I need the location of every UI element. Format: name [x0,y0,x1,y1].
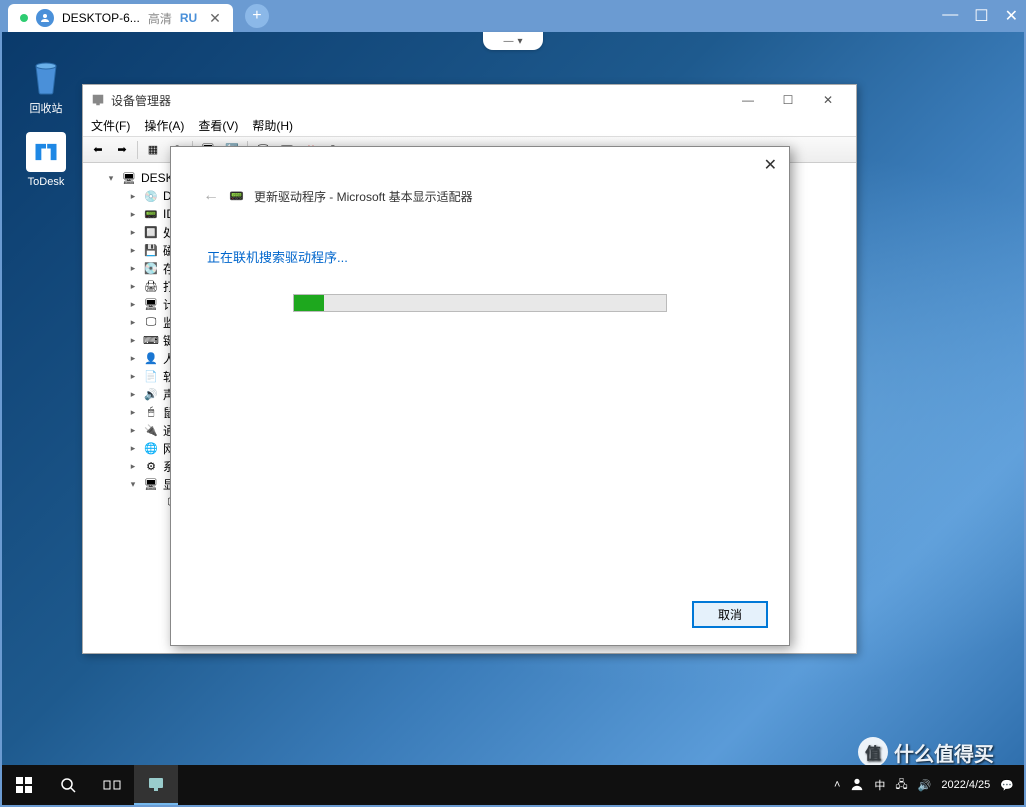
avatar-icon [36,9,54,27]
chevron-icon[interactable]: ▸ [127,227,139,238]
recycle-bin-label: 回收站 [16,100,76,116]
tb-back-icon[interactable]: ⬅ [87,140,109,160]
search-icon[interactable] [46,765,90,805]
watermark: 值 什么值得买 [858,737,994,767]
devmgr-title-text: 设备管理器 [111,92,171,109]
remote-top-bar: DESKTOP-6... 高清 RU ✕ + — ☐ ✕ [0,0,1026,32]
chevron-icon[interactable]: ▸ [127,299,139,310]
device-category-icon: 🔌 [143,423,159,437]
chevron-icon[interactable]: ▸ [127,263,139,274]
tray-people-icon[interactable] [850,777,864,794]
back-arrow-icon[interactable]: ← [203,187,219,205]
device-category-icon: ⚙ [143,459,159,473]
progress-bar [293,294,667,312]
maximize-icon[interactable]: ☐ [974,6,988,26]
chevron-icon[interactable]: ▸ [127,407,139,418]
device-category-icon: 🖵 [143,315,159,329]
menu-action[interactable]: 操作(A) [144,117,184,134]
device-category-icon: 💾 [143,243,159,257]
system-tray: ˄ 中 🖧 🔊 2022/4/25 💬 [834,776,1024,795]
menu-view[interactable]: 查看(V) [198,117,238,134]
status-dot-icon [20,14,28,22]
progress-fill [294,295,324,311]
tab-title: DESKTOP-6... [62,11,140,25]
chevron-icon[interactable]: ▸ [127,425,139,436]
quality-badge: 高清 [148,10,172,27]
chevron-icon[interactable]: ▸ [127,191,139,202]
devmgr-maximize-icon[interactable]: ☐ [768,86,808,114]
dialog-close-icon[interactable]: ✕ [764,155,777,175]
menu-help[interactable]: 帮助(H) [252,117,293,134]
taskbar-app-devmgr[interactable] [134,765,178,805]
tray-network-icon[interactable]: 🖧 [895,776,907,795]
tray-chevron-icon[interactable]: ˄ [834,779,840,791]
remote-desktop: —▾ 回收站 ToDesk 设备管理器 — ☐ ✕ 文件(F) 操作(A) 查看… [2,32,1024,805]
devmgr-menubar: 文件(F) 操作(A) 查看(V) 帮助(H) [83,115,856,137]
device-category-icon: 🔲 [143,225,159,239]
lang-badge: RU [180,11,197,25]
device-category-icon: 🖥 [143,477,159,491]
taskview-icon[interactable] [90,765,134,805]
device-category-icon: 📟 [143,207,159,221]
watermark-logo-icon: 值 [858,737,888,767]
device-icon: 📟 [229,189,244,203]
chevron-icon[interactable]: ▸ [127,335,139,346]
device-category-icon: 🔊 [143,387,159,401]
device-category-icon: 🖥 [143,297,159,311]
new-tab-button[interactable]: + [245,4,269,28]
tray-volume-icon[interactable]: 🔊 [918,779,932,792]
update-driver-dialog: ✕ ← 📟 更新驱动程序 - Microsoft 基本显示适配器 正在联机搜索驱… [170,146,790,646]
tray-ime[interactable]: 中 [874,777,885,793]
chevron-icon[interactable]: ▸ [127,461,139,472]
chevron-icon[interactable]: ▸ [127,317,139,328]
chevron-icon[interactable]: ▸ [127,353,139,364]
pull-down-handle[interactable]: —▾ [483,32,543,50]
dialog-status-text: 正在联机搜索驱动程序... [207,247,757,266]
device-category-icon: 💿 [143,189,159,203]
dialog-header: ← 📟 更新驱动程序 - Microsoft 基本显示适配器 [203,187,757,205]
devmgr-titlebar[interactable]: 设备管理器 — ☐ ✕ [83,85,856,115]
chevron-icon[interactable]: ▸ [127,389,139,400]
cancel-button[interactable]: 取消 [693,602,767,627]
device-category-icon: 💽 [143,261,159,275]
chevron-icon[interactable]: ▸ [127,245,139,256]
chevron-down-icon[interactable]: ▾ [105,173,117,184]
recycle-bin-icon[interactable]: 回收站 [16,56,76,116]
tray-date[interactable]: 2022/4/25 [941,779,990,791]
devmgr-close-icon[interactable]: ✕ [808,86,848,114]
menu-file[interactable]: 文件(F) [91,117,130,134]
chevron-icon[interactable]: ▸ [127,209,139,220]
todesk-icon[interactable]: ToDesk [16,132,76,188]
chevron-icon[interactable]: ▸ [127,443,139,454]
device-category-icon: 👤 [143,351,159,365]
tray-notifications-icon[interactable]: 💬 [1000,779,1014,792]
device-category-icon: 🖨 [143,279,159,293]
device-category-icon: 🌐 [143,441,159,455]
chevron-icon[interactable]: ▸ [127,281,139,292]
devmgr-icon [91,93,105,107]
close-icon[interactable]: ✕ [1005,6,1018,26]
minimize-icon[interactable]: — [942,6,958,26]
computer-icon: 🖥 [121,171,137,185]
dialog-title: 更新驱动程序 - Microsoft 基本显示适配器 [254,188,473,205]
taskbar: ˄ 中 🖧 🔊 2022/4/25 💬 [2,765,1024,805]
device-category-icon: 📄 [143,369,159,383]
tb-fwd-icon[interactable]: ➡ [111,140,133,160]
tb-view-icon[interactable]: ▦ [142,140,164,160]
start-button[interactable] [2,765,46,805]
chevron-icon[interactable]: ▸ [127,371,139,382]
remote-session-tab[interactable]: DESKTOP-6... 高清 RU ✕ [8,4,233,32]
chevron-icon[interactable]: ▾ [127,479,139,490]
device-category-icon: 🖱 [143,405,159,419]
device-category-icon: ⌨ [143,333,159,347]
close-tab-icon[interactable]: ✕ [209,10,221,27]
todesk-label: ToDesk [16,176,76,188]
remote-window-controls: — ☐ ✕ [942,6,1018,26]
devmgr-minimize-icon[interactable]: — [728,86,768,114]
